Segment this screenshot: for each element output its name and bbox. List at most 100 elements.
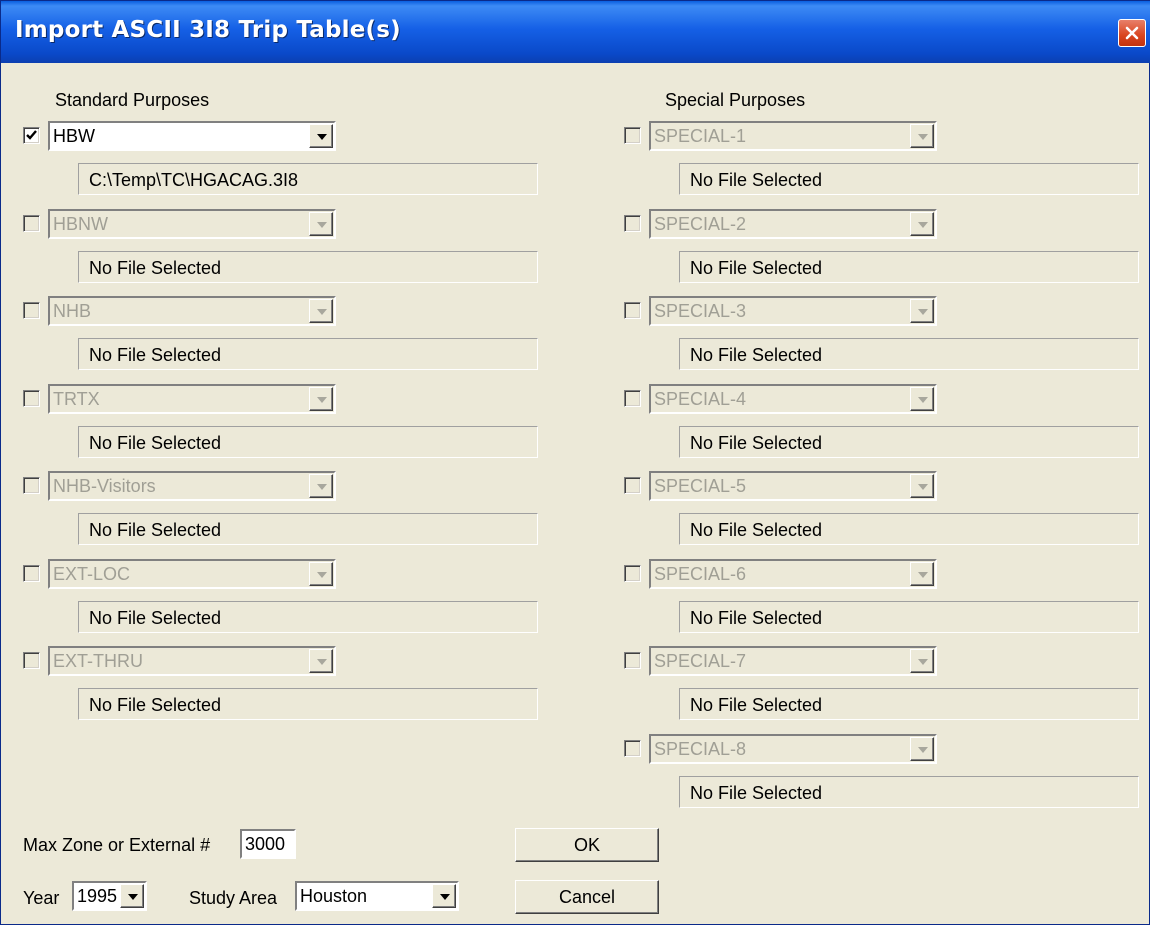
- file-path-box[interactable]: No File Selected: [679, 601, 1139, 633]
- purpose-checkbox[interactable]: [624, 215, 641, 232]
- file-path-text: No File Selected: [690, 783, 823, 803]
- file-path-text: No File Selected: [89, 695, 222, 715]
- file-path-box[interactable]: No File Selected: [78, 601, 538, 633]
- purpose-checkbox[interactable]: [23, 477, 40, 494]
- file-path-text: No File Selected: [690, 695, 823, 715]
- max-zone-value: 3000: [245, 834, 286, 854]
- purpose-name: SPECIAL-2: [654, 214, 747, 234]
- purpose-select[interactable]: NHB-Visitors: [48, 471, 336, 501]
- purpose-select[interactable]: HBNW: [48, 209, 336, 239]
- checkmark-icon: [26, 130, 37, 140]
- purpose-select[interactable]: SPECIAL-6: [649, 559, 937, 589]
- purpose-select[interactable]: SPECIAL-5: [649, 471, 937, 501]
- purpose-select[interactable]: SPECIAL-7: [649, 646, 937, 676]
- close-button[interactable]: [1118, 19, 1146, 47]
- chevron-down-icon[interactable]: [432, 884, 456, 908]
- file-path-box[interactable]: No File Selected: [679, 513, 1139, 545]
- chevron-down-icon[interactable]: [910, 474, 934, 498]
- file-path-box[interactable]: No File Selected: [78, 513, 538, 545]
- study-area-label: Study Area: [189, 888, 278, 908]
- file-path-text: No File Selected: [690, 345, 823, 365]
- chevron-down-icon[interactable]: [910, 124, 934, 148]
- file-path-text: No File Selected: [690, 608, 823, 628]
- purpose-name: NHB-Visitors: [53, 476, 156, 496]
- file-path-box[interactable]: No File Selected: [679, 776, 1139, 808]
- cancel-button[interactable]: Cancel: [515, 880, 659, 914]
- purpose-name: HBW: [53, 126, 95, 146]
- purpose-name: HBNW: [53, 214, 108, 234]
- chevron-down-icon[interactable]: [910, 212, 934, 236]
- file-path-text: No File Selected: [690, 433, 823, 453]
- purpose-checkbox[interactable]: [624, 740, 641, 757]
- file-path-text: No File Selected: [89, 433, 222, 453]
- file-path-box[interactable]: No File Selected: [679, 688, 1139, 720]
- purpose-name: EXT-LOC: [53, 564, 131, 584]
- purpose-select[interactable]: EXT-LOC: [48, 559, 336, 589]
- file-path-text: No File Selected: [89, 608, 222, 628]
- purpose-checkbox[interactable]: [624, 390, 641, 407]
- file-path-box[interactable]: No File Selected: [78, 688, 538, 720]
- purpose-select[interactable]: SPECIAL-2: [649, 209, 937, 239]
- purpose-select[interactable]: SPECIAL-1: [649, 121, 937, 151]
- file-path-box[interactable]: No File Selected: [679, 251, 1139, 283]
- file-path-box[interactable]: No File Selected: [78, 426, 538, 458]
- chevron-down-icon[interactable]: [120, 884, 144, 908]
- file-path-box[interactable]: No File Selected: [78, 338, 538, 370]
- file-path-box[interactable]: C:\Temp\TC\HGACAG.3I8: [78, 163, 538, 195]
- chevron-down-icon[interactable]: [309, 649, 333, 673]
- chevron-down-icon[interactable]: [309, 124, 333, 148]
- file-path-text: No File Selected: [89, 345, 222, 365]
- purpose-checkbox[interactable]: [23, 565, 40, 582]
- purpose-checkbox[interactable]: [23, 390, 40, 407]
- chevron-down-icon[interactable]: [910, 299, 934, 323]
- file-path-box[interactable]: No File Selected: [679, 163, 1139, 195]
- purpose-checkbox[interactable]: [624, 302, 641, 319]
- purpose-name: SPECIAL-5: [654, 476, 747, 496]
- purpose-checkbox[interactable]: [624, 565, 641, 582]
- purpose-name: SPECIAL-4: [654, 389, 747, 409]
- purpose-select[interactable]: HBW: [48, 121, 336, 151]
- chevron-down-icon[interactable]: [910, 387, 934, 411]
- purpose-checkbox[interactable]: [23, 127, 40, 144]
- purpose-checkbox[interactable]: [624, 477, 641, 494]
- chevron-down-icon[interactable]: [910, 562, 934, 586]
- file-path-box[interactable]: No File Selected: [679, 426, 1139, 458]
- purpose-name: SPECIAL-8: [654, 739, 747, 759]
- standard-purposes-heading: Standard Purposes: [55, 90, 210, 110]
- file-path-text: No File Selected: [690, 258, 823, 278]
- purpose-select[interactable]: SPECIAL-8: [649, 734, 937, 764]
- chevron-down-icon[interactable]: [910, 737, 934, 761]
- purpose-select[interactable]: SPECIAL-3: [649, 296, 937, 326]
- file-path-text: C:\Temp\TC\HGACAG.3I8: [89, 170, 299, 190]
- purpose-checkbox[interactable]: [23, 302, 40, 319]
- purpose-select[interactable]: NHB: [48, 296, 336, 326]
- chevron-down-icon[interactable]: [309, 562, 333, 586]
- special-purposes-heading: Special Purposes: [665, 90, 806, 110]
- file-path-box[interactable]: No File Selected: [78, 251, 538, 283]
- ok-button[interactable]: OK: [515, 828, 659, 862]
- purpose-name: NHB: [53, 301, 92, 321]
- file-path-box[interactable]: No File Selected: [679, 338, 1139, 370]
- purpose-name: EXT-THRU: [53, 651, 143, 671]
- purpose-select[interactable]: TRTX: [48, 384, 336, 414]
- purpose-select[interactable]: SPECIAL-4: [649, 384, 937, 414]
- chevron-down-icon[interactable]: [309, 212, 333, 236]
- chevron-down-icon[interactable]: [309, 474, 333, 498]
- study-area-select[interactable]: Houston: [295, 881, 459, 911]
- window-title: Import ASCII 3I8 Trip Table(s): [15, 17, 401, 43]
- close-icon: [1125, 26, 1139, 40]
- chevron-down-icon[interactable]: [910, 649, 934, 673]
- purpose-checkbox[interactable]: [624, 127, 641, 144]
- max-zone-input[interactable]: 3000: [240, 829, 296, 859]
- title-bar[interactable]: Import ASCII 3I8 Trip Table(s): [1, 1, 1150, 63]
- chevron-down-icon[interactable]: [309, 299, 333, 323]
- chevron-down-icon[interactable]: [309, 387, 333, 411]
- purpose-select[interactable]: EXT-THRU: [48, 646, 336, 676]
- study-area-value: Houston: [300, 886, 368, 906]
- purpose-checkbox[interactable]: [23, 652, 40, 669]
- year-select[interactable]: 1995: [72, 881, 147, 911]
- file-path-text: No File Selected: [89, 520, 222, 540]
- purpose-name: TRTX: [53, 389, 100, 409]
- purpose-checkbox[interactable]: [23, 215, 40, 232]
- purpose-checkbox[interactable]: [624, 652, 641, 669]
